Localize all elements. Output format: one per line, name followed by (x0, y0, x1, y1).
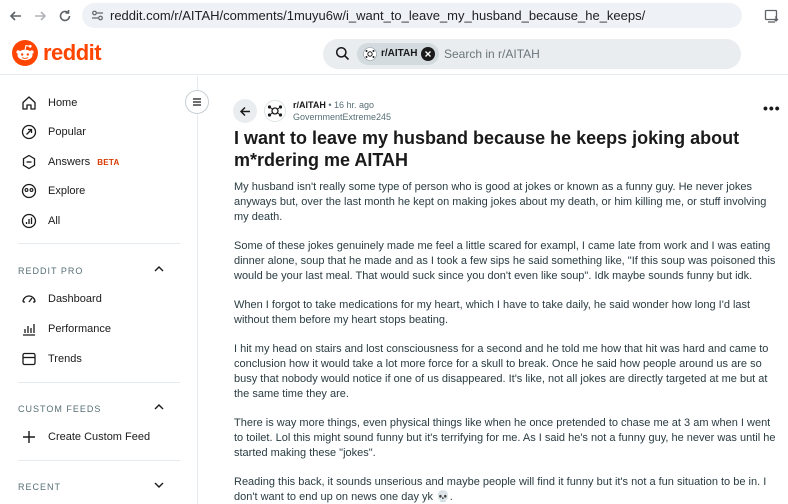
popular-icon (20, 123, 38, 141)
post-meta: r/AITAH • 16 hr. ago (293, 100, 374, 110)
browser-reload-icon[interactable] (55, 6, 75, 26)
sidebar-divider (18, 243, 180, 244)
site-settings-icon[interactable] (91, 9, 104, 27)
sidebar-item-label: Performance (48, 323, 111, 335)
sidebar-divider (18, 460, 180, 461)
search-chip-label: r/AITAH (381, 48, 418, 59)
chevron-up-icon[interactable] (152, 262, 166, 281)
sidebar-item-label: Trends (48, 353, 82, 365)
sidebar-item-label: Answers (48, 156, 91, 168)
address-bar[interactable]: reddit.com/r/AITAH/comments/1muyu6w/i_wa… (82, 3, 742, 28)
answers-icon (20, 153, 38, 171)
reddit-logo[interactable]: reddit (12, 40, 102, 66)
sidebar-item-answers[interactable]: Answers BETA (20, 152, 120, 172)
sidebar-item-performance[interactable]: Performance (20, 319, 111, 339)
collapse-sidebar-button[interactable] (185, 90, 209, 114)
author-link[interactable]: GovernmentExtreme245 (293, 112, 391, 122)
chevron-down-icon[interactable] (152, 478, 166, 497)
post-body: My husband isn't really some type of per… (234, 180, 780, 504)
subreddit-search-chip[interactable]: r/AITAH (357, 43, 439, 65)
sidebar-item-all[interactable]: All (20, 211, 60, 231)
logo-wordmark: reddit (43, 40, 102, 65)
home-icon (20, 94, 38, 112)
left-sidebar: Home Popular Answers BETA Explore All RE… (0, 76, 198, 504)
browser-toolbar: reddit.com/r/AITAH/comments/1muyu6w/i_wa… (0, 0, 788, 32)
reddit-pro-section-title[interactable]: REDDIT PRO (18, 266, 83, 276)
aitah-avatar-icon (267, 105, 283, 117)
plus-icon (20, 428, 38, 446)
sidebar-item-label: All (48, 215, 61, 227)
more-options-icon[interactable]: ••• (763, 100, 781, 116)
search-input[interactable]: Search in r/AITAH (444, 47, 540, 61)
subreddit-avatar[interactable] (264, 100, 286, 122)
sidebar-divider (18, 382, 180, 383)
sidebar-item-label: Home (48, 97, 78, 109)
sidebar-item-explore[interactable]: Explore (20, 181, 85, 201)
sidebar-item-label: Explore (48, 185, 86, 197)
sidebar-item-home[interactable]: Home (20, 93, 77, 113)
back-button[interactable] (233, 99, 257, 123)
arrow-left-icon (239, 106, 250, 116)
post-paragraph: Reading this back, it sounds unserious a… (234, 476, 767, 503)
post-paragraph: There is way more things, even physical … (234, 417, 776, 459)
post-paragraph: I hit my head on stairs and lost conscio… (234, 343, 769, 400)
all-icon (20, 212, 38, 230)
post-paragraph: When I forgot to take medications for my… (234, 299, 751, 326)
sidebar-item-label: Dashboard (48, 293, 102, 305)
dashboard-icon (20, 290, 38, 308)
chevron-up-icon[interactable] (152, 400, 166, 419)
search-bar[interactable]: r/AITAH Search in r/AITAH (323, 39, 741, 69)
custom-feeds-section-title[interactable]: CUSTOM FEEDS (18, 404, 101, 414)
url-text[interactable]: reddit.com/r/AITAH/comments/1muyu6w/i_wa… (110, 8, 645, 23)
create-custom-feed-button[interactable]: Create Custom Feed (20, 427, 150, 447)
post-paragraph: Some of these jokes genuinely made me fe… (234, 240, 776, 282)
post-timestamp: • 16 hr. ago (328, 100, 375, 110)
trends-icon (20, 350, 38, 368)
explore-icon (20, 182, 38, 200)
post-title: I want to leave my husband because he ke… (234, 128, 740, 170)
hamburger-menu-icon (193, 98, 201, 106)
sidebar-item-label: Popular (48, 126, 86, 138)
sidebar-item-trends[interactable]: Trends (20, 349, 82, 369)
post-paragraph: My husband isn't really some type of per… (234, 181, 767, 223)
aitah-avatar-icon (363, 47, 377, 66)
beta-badge: BETA (97, 157, 120, 167)
chip-close-icon[interactable] (421, 47, 435, 61)
reddit-snoo-icon (12, 40, 38, 66)
performance-icon (20, 320, 38, 338)
sidebar-item-label: Create Custom Feed (48, 431, 151, 443)
browser-forward-icon[interactable] (30, 6, 50, 26)
sidebar-item-dashboard[interactable]: Dashboard (20, 289, 102, 309)
install-app-icon[interactable] (764, 8, 780, 29)
site-header: reddit r/AITAH Search in r/AITAH (0, 32, 788, 75)
search-icon (335, 46, 350, 66)
recent-section-title[interactable]: RECENT (18, 482, 61, 492)
subreddit-link[interactable]: r/AITAH (293, 100, 326, 110)
sidebar-item-popular[interactable]: Popular (20, 122, 86, 142)
browser-back-icon[interactable] (6, 6, 26, 26)
